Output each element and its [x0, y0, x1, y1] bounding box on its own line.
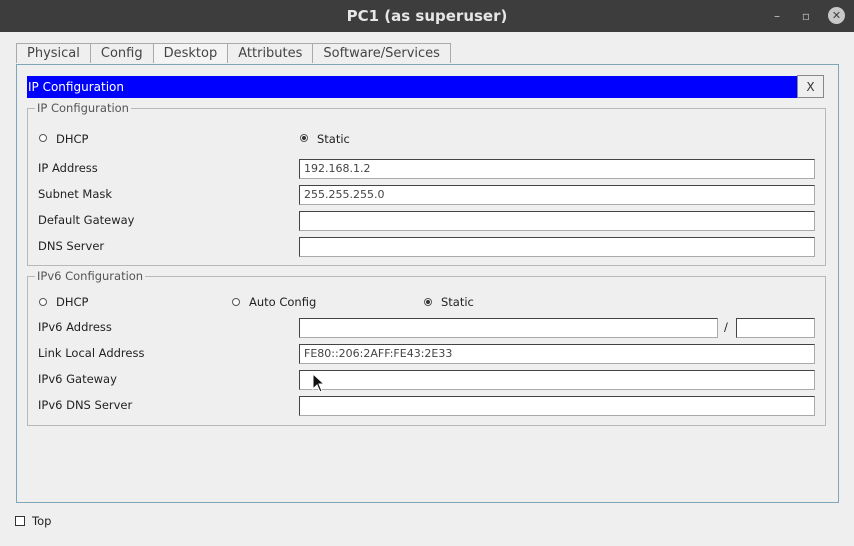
- ip-config-title: IP Configuration: [28, 80, 124, 94]
- ipv6-address-field[interactable]: [299, 318, 718, 338]
- default-gateway-label: Default Gateway: [38, 213, 135, 227]
- dns-server-label: DNS Server: [38, 239, 105, 253]
- tab-desktop[interactable]: Desktop: [153, 43, 229, 63]
- top-checkbox[interactable]: [15, 516, 25, 526]
- tab-attributes[interactable]: Attributes: [228, 43, 314, 63]
- link-local-label: Link Local Address: [38, 346, 145, 360]
- link-local-field[interactable]: FE80::206:2AFF:FE43:2E33: [299, 344, 815, 364]
- ipv6-gateway-label: IPv6 Gateway: [38, 372, 117, 386]
- minimize-button[interactable]: –: [770, 8, 784, 24]
- ip-config-header: IP Configuration: [27, 76, 797, 98]
- ipv6-auto-config-label[interactable]: Auto Config: [249, 295, 316, 309]
- window-title: PC1 (as superuser): [346, 7, 508, 25]
- ipv6-dns-field[interactable]: [299, 396, 815, 416]
- ipv4-static-radio[interactable]: [300, 134, 308, 142]
- maximize-button[interactable]: ▫: [799, 8, 813, 24]
- mouse-cursor-icon: [312, 373, 326, 393]
- tab-physical[interactable]: Physical: [16, 43, 91, 63]
- tab-software-services[interactable]: Software/Services: [313, 43, 451, 63]
- ipv6-dns-label: IPv6 DNS Server: [38, 398, 133, 412]
- subnet-mask-field[interactable]: 255.255.255.0: [299, 185, 815, 205]
- default-gateway-field[interactable]: [299, 211, 815, 231]
- tab-bar: Physical Config Desktop Attributes Softw…: [16, 43, 451, 64]
- ipv6-prefix-field[interactable]: [736, 318, 815, 338]
- subnet-mask-label: Subnet Mask: [38, 187, 113, 201]
- ipv4-legend: IP Configuration: [35, 101, 131, 115]
- ipv6-dhcp-radio[interactable]: [39, 298, 47, 306]
- ip-address-field[interactable]: 192.168.1.2: [299, 159, 815, 179]
- close-window-button[interactable]: ✕: [828, 7, 845, 24]
- ipv4-static-label[interactable]: Static: [317, 132, 350, 146]
- ipv6-static-label[interactable]: Static: [441, 295, 474, 309]
- ipv6-static-radio[interactable]: [424, 298, 432, 306]
- ipv4-dhcp-radio[interactable]: [39, 134, 47, 142]
- ip-config-close-button[interactable]: X: [797, 75, 824, 98]
- prefix-separator: /: [724, 320, 728, 334]
- ip-address-label: IP Address: [38, 161, 98, 175]
- tab-config[interactable]: Config: [90, 43, 154, 63]
- ipv6-auto-config-radio[interactable]: [232, 298, 240, 306]
- ipv6-legend: IPv6 Configuration: [35, 269, 146, 283]
- ipv6-gateway-field[interactable]: [299, 370, 815, 390]
- top-label[interactable]: Top: [32, 514, 51, 528]
- dns-server-field[interactable]: [299, 237, 815, 257]
- ipv6-address-label: IPv6 Address: [38, 320, 112, 334]
- ipv4-dhcp-label[interactable]: DHCP: [56, 132, 88, 146]
- ipv6-dhcp-label[interactable]: DHCP: [56, 295, 88, 309]
